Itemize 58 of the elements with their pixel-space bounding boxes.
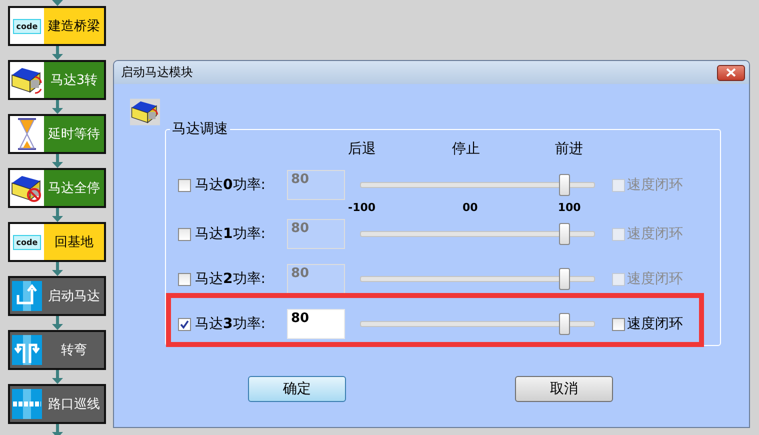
connector-arrow <box>52 316 62 330</box>
close-button[interactable] <box>717 64 745 80</box>
checkbox[interactable] <box>178 228 191 240</box>
group-title: 马达调速 <box>171 120 229 138</box>
connector-arrow <box>52 424 62 435</box>
cancel-button[interactable]: 取消 <box>515 376 613 402</box>
power-input[interactable]: 80 <box>287 309 345 339</box>
code-icon: code <box>13 18 41 34</box>
slider-thumb[interactable] <box>559 313 570 335</box>
flow-block[interactable]: 马达3转 <box>8 60 106 100</box>
checkbox[interactable] <box>178 178 191 192</box>
code-icon: code <box>13 234 41 250</box>
flow-block[interactable]: 路口巡线 <box>8 384 106 424</box>
flow-block[interactable]: 延时等待 <box>8 114 106 154</box>
slider-thumb[interactable] <box>559 268 570 290</box>
scale-heading: 后退 <box>348 140 376 158</box>
motor-stop-icon <box>10 173 44 203</box>
window-title: 启动马达模块 <box>121 64 193 81</box>
connector-arrow <box>52 208 62 222</box>
checkbox[interactable] <box>178 318 191 330</box>
motor-icon <box>10 65 44 95</box>
motor-power-label: 马达0功率: <box>195 176 266 194</box>
slider[interactable] <box>360 313 595 335</box>
flow-block[interactable]: 启动马达 <box>8 276 106 316</box>
connector-arrow <box>52 0 62 6</box>
connector-arrow <box>52 154 62 168</box>
flow-block[interactable]: code 建造桥梁 <box>8 6 106 46</box>
scale-heading: 前进 <box>555 140 583 158</box>
flow-block[interactable]: code 回基地 <box>8 222 106 262</box>
connector-arrow <box>52 46 62 60</box>
flow-block[interactable]: 马达全停 <box>8 168 106 208</box>
ok-button[interactable]: 确定 <box>248 376 346 402</box>
checkbox[interactable] <box>612 318 625 330</box>
flow-block[interactable]: 转弯 <box>8 330 106 370</box>
scale-label: 00 <box>462 200 478 214</box>
closed-loop-label: 速度闭环 <box>627 270 683 288</box>
connector-arrow <box>52 370 62 384</box>
checkbox[interactable] <box>178 272 191 286</box>
scale-label: -100 <box>348 200 376 214</box>
slider[interactable] <box>360 268 595 290</box>
connector-arrow <box>52 100 62 114</box>
connector-arrow <box>52 262 62 276</box>
closed-loop-label: 速度闭环 <box>627 225 683 243</box>
motor-icon <box>130 98 160 126</box>
line-track-icon <box>12 389 42 419</box>
motor-power-label: 马达3功率: <box>195 315 266 333</box>
motor-power-label: 马达1功率: <box>195 225 266 243</box>
slider-thumb[interactable] <box>559 174 570 196</box>
slider[interactable] <box>360 223 595 245</box>
scale-heading: 停止 <box>452 140 480 158</box>
scale-label: 100 <box>558 200 581 214</box>
closed-loop-label: 速度闭环 <box>627 315 683 333</box>
slider-thumb[interactable] <box>559 223 570 245</box>
closed-loop-label: 速度闭环 <box>627 176 683 194</box>
motor-power-label: 马达2功率: <box>195 270 266 288</box>
close-icon <box>726 68 736 77</box>
hourglass-icon <box>15 117 39 151</box>
slider[interactable] <box>360 174 595 196</box>
